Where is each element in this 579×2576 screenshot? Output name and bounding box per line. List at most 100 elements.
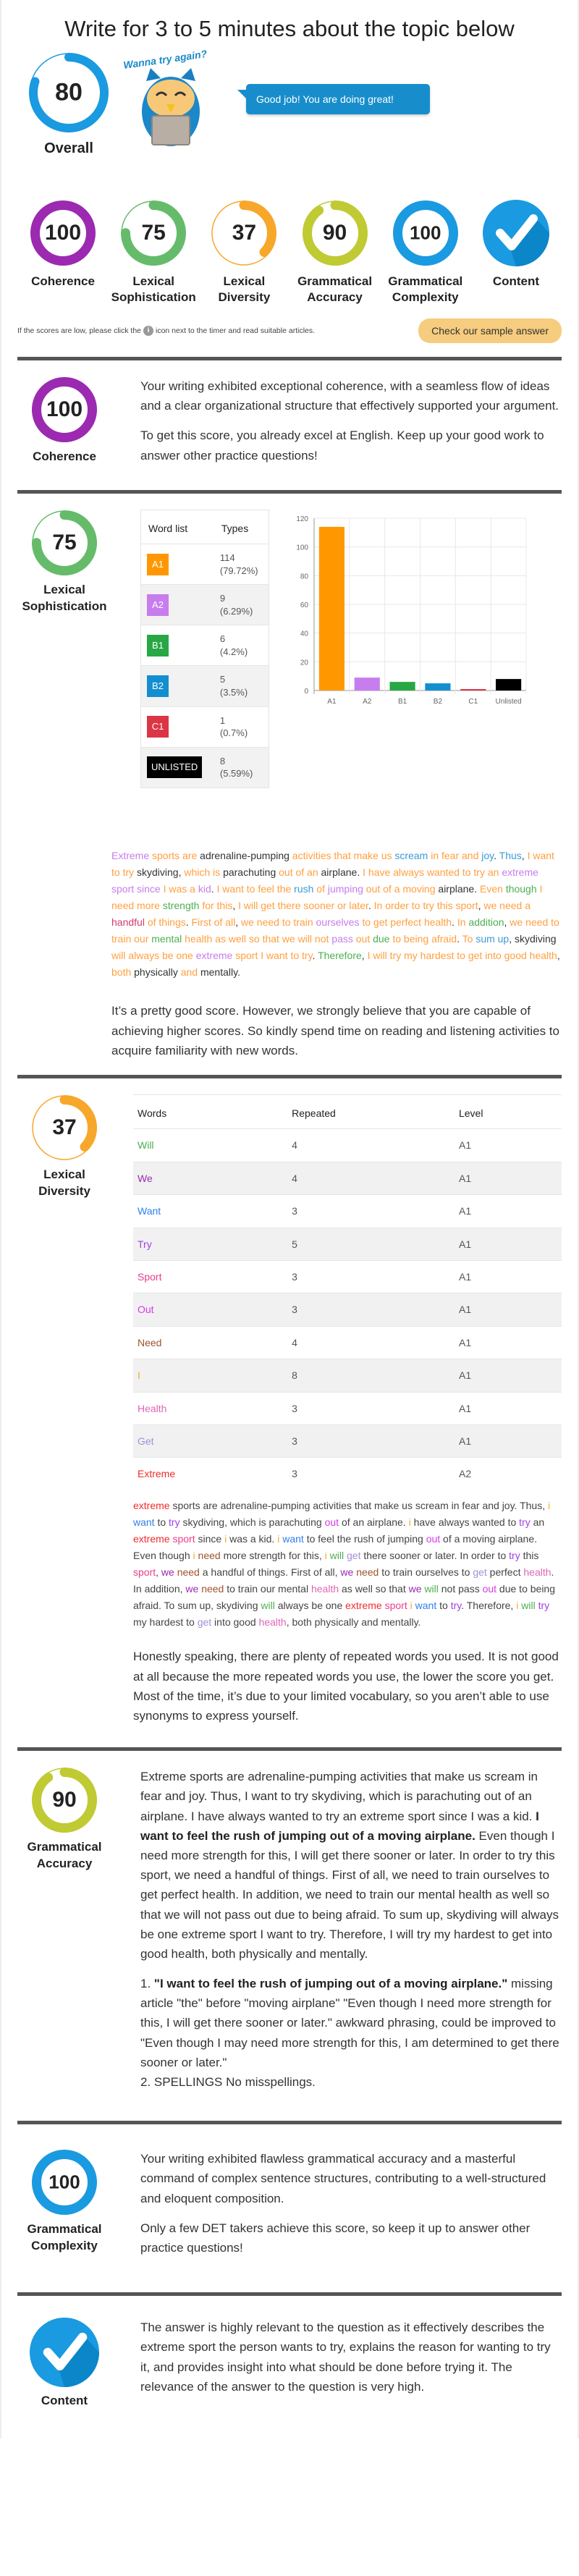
bar-a1	[318, 526, 345, 691]
label-line2: Sophistication	[22, 599, 107, 613]
level-cell: A1	[454, 1293, 562, 1327]
label-line1: Grammatical	[388, 274, 463, 288]
word-cell: Sport	[133, 1259, 288, 1293]
highlighted-segment: handful	[111, 916, 148, 929]
score-grammatical-complexity[interactable]: 100 Grammatical Complexity	[383, 200, 468, 305]
highlighted-segment: .	[312, 950, 318, 962]
highlighted-segment: will always be one	[111, 950, 196, 962]
types-count: 8	[219, 755, 226, 767]
score-grammatical-accuracy[interactable]: 90 Grammatical Accuracy	[292, 200, 378, 305]
level-cell: C1	[140, 706, 214, 748]
x-tick-label: B1	[398, 698, 407, 706]
x-tick-label: A2	[363, 698, 372, 706]
lexical-diversity-detail-label: Lexical Diversity	[38, 1167, 90, 1200]
checkmark-icon	[482, 200, 549, 266]
table-row: Get 3 A1	[133, 1424, 562, 1458]
grammatical-complexity-detail-label: Grammatical Complexity	[28, 2221, 102, 2255]
level-cell: A1	[454, 1359, 562, 1393]
check-sample-answer-button[interactable]: Check our sample answer	[418, 318, 562, 343]
highlighted-segment: and	[180, 966, 200, 979]
highlighted-segment: to	[154, 1516, 169, 1528]
owl-mascot: Wanna try again?	[120, 48, 221, 153]
highlighted-segment: will	[521, 1600, 536, 1612]
lexical-diversity-label: Lexical Diversity	[218, 274, 270, 305]
grammatical-accuracy-value: 90	[322, 221, 347, 245]
highlighted-segment: of things	[147, 916, 186, 929]
grammatical-complexity-value: 100	[410, 221, 441, 244]
highlighted-segment: physically	[134, 966, 181, 979]
highlighted-segment: will	[329, 1549, 345, 1561]
highlighted-segment: need	[177, 1566, 200, 1579]
coherence-label: Coherence	[31, 274, 95, 290]
highlighted-segment: out	[426, 1532, 441, 1545]
grammar-issues-list: 1. "I want to feel the rush of jumping o…	[140, 1974, 562, 2092]
highlighted-segment: adrenaline-pumping	[200, 849, 292, 861]
highlighted-segment: .	[368, 899, 374, 911]
lexical-sophistication-ring: 75	[120, 200, 187, 266]
score-lexical-diversity[interactable]: 37 Lexical Diversity	[201, 200, 287, 305]
types-count: 9	[219, 593, 226, 604]
level-cell: B2	[140, 665, 214, 707]
highlighted-segment: try	[169, 1516, 180, 1528]
highlighted-segment: strength	[162, 899, 203, 911]
highlighted-segment: which is	[184, 866, 224, 878]
highlighted-segment: to train ourselves to	[379, 1566, 473, 1579]
overall-value: 80	[55, 78, 83, 106]
highlighted-segment: out	[355, 933, 373, 945]
coherence-detail-label: Coherence	[33, 449, 96, 463]
label-line2: Complexity	[31, 2239, 98, 2253]
repeated-cell: 5	[287, 1227, 455, 1261]
highlighted-segment: sport	[384, 1600, 407, 1612]
label-line2: Diversity	[218, 290, 271, 305]
coherence-feedback: Your writing exhibited exceptional coher…	[111, 376, 562, 476]
level-cell: A2	[140, 584, 214, 625]
highlighted-segment: sport	[133, 1566, 156, 1579]
y-tick-label: 40	[300, 630, 309, 638]
highlighted-segment: addition	[468, 916, 504, 929]
highlighted-segment: Extreme	[111, 849, 153, 861]
highlighted-segment: of an airplane.	[339, 1516, 409, 1528]
highlighted-segment: will	[261, 1600, 275, 1612]
highlighted-segment: my hardest to	[133, 1616, 198, 1629]
highlighted-segment: an	[530, 1516, 545, 1528]
label-line1: Lexical	[43, 1167, 85, 1182]
x-tick-label: Unlisted	[496, 698, 522, 706]
highlighted-segment: skydiving, which is parachuting	[179, 1516, 325, 1528]
score-lexical-sophistication[interactable]: 75 Lexical Sophistication	[111, 200, 196, 305]
types-percent: (79.72%)	[219, 565, 258, 576]
highlighted-segment: to feel the rush of jumping	[303, 1532, 426, 1545]
word-list-row: B2 5 (3.5%)	[140, 665, 269, 707]
content-label: Content	[493, 274, 539, 290]
repeated-words-table: Words Repeated Level Will 4 A1 We 4 A1 Want 3 A1…	[133, 1094, 562, 1490]
highlighted-segment: ,	[232, 899, 239, 911]
repeated-cell: 4	[287, 1325, 455, 1359]
highlighted-segment: mental	[151, 933, 185, 945]
word-cell: Want	[133, 1194, 288, 1228]
highlighted-segment: due	[373, 933, 393, 945]
lexical-diversity-body: Words Repeated Level Will 4 A1 We 4 A1 Want 3 A1…	[111, 1094, 562, 1726]
highlighted-segment: ,	[509, 933, 515, 945]
highlighted-segment: extreme	[195, 950, 236, 962]
highlighted-segment: was a kid.	[227, 1532, 278, 1545]
grammatical-complexity-detail-value: 100	[48, 2171, 80, 2193]
content-checkmark-icon	[30, 2318, 99, 2388]
highlighted-segment: extreme	[345, 1600, 382, 1612]
highlighted-segment: ,	[521, 849, 528, 861]
types-cell: 9 (6.29%)	[214, 584, 269, 625]
types-cell: 5 (3.5%)	[214, 665, 269, 707]
col-words: Words	[133, 1094, 288, 1129]
grammatical-complexity-section: 100 Grammatical Complexity Your writing e…	[17, 2124, 562, 2282]
grammatical-complexity-p1: Your writing exhibited flawless grammati…	[140, 2152, 546, 2205]
score-content[interactable]: Content	[473, 200, 559, 290]
lexical-sophistication-section: 75 Lexical Sophistication Word list Types…	[17, 494, 562, 1075]
score-coherence[interactable]: 100 Coherence	[20, 200, 106, 290]
highlighted-segment: to being afraid	[392, 933, 457, 945]
score-summary-row: 100 Coherence 75 Lexical Sophistication 3…	[17, 181, 562, 315]
highlighted-segment: I will get there sooner or later	[238, 899, 368, 911]
label-line1: Coherence	[31, 274, 95, 288]
highlighted-segment: ,	[235, 916, 242, 929]
lexical-sophistication-label: Lexical Sophistication	[111, 274, 196, 305]
highlighted-segment: try	[509, 1549, 520, 1561]
highlighted-segment: out	[324, 1516, 339, 1528]
highlighted-segment: health as well so that we will not	[185, 933, 332, 945]
